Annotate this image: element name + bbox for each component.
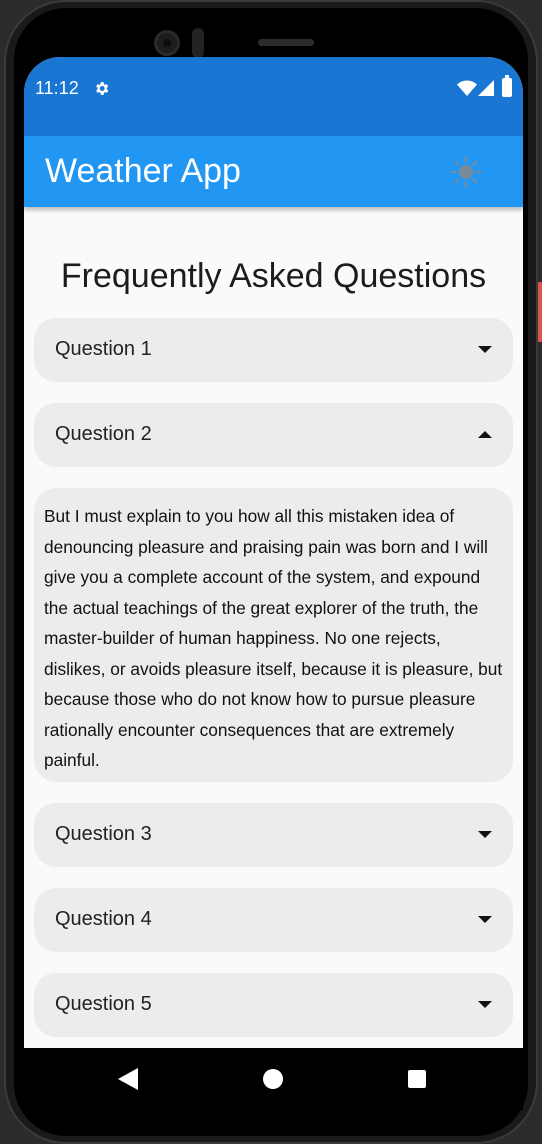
- caret-up-icon: [478, 431, 492, 438]
- battery-icon: [502, 75, 512, 97]
- recent-apps-icon[interactable]: [408, 1070, 426, 1088]
- faq-question-2[interactable]: Question 2: [34, 403, 513, 467]
- answer-text: But I must explain to you how all this m…: [44, 506, 503, 770]
- caret-down-icon: [478, 831, 492, 838]
- proximity-sensor: [192, 28, 204, 58]
- wifi-icon: [457, 80, 477, 96]
- gear-icon: [96, 82, 109, 95]
- back-icon[interactable]: [118, 1068, 138, 1090]
- status-bar: 11:12: [24, 57, 523, 136]
- faq-question-4[interactable]: Question 4: [34, 888, 513, 952]
- caret-down-icon: [478, 1001, 492, 1008]
- faq-question-5[interactable]: Question 5: [34, 973, 513, 1037]
- app-screen: 11:12 Weather App Frequently Asked Quest…: [24, 57, 523, 1110]
- question-label: Question 1: [55, 338, 152, 360]
- question-label: Question 5: [55, 993, 152, 1015]
- faq-question-1[interactable]: Question 1: [34, 318, 513, 382]
- app-bar: Weather App: [24, 136, 523, 207]
- faq-answer-2: But I must explain to you how all this m…: [34, 488, 513, 782]
- caret-down-icon: [478, 916, 492, 923]
- page-title: Frequently Asked Questions: [60, 257, 487, 295]
- system-nav-bar: [24, 1048, 523, 1110]
- question-label: Question 2: [55, 423, 152, 445]
- front-camera: [154, 30, 180, 56]
- app-title: Weather App: [45, 152, 241, 190]
- home-icon[interactable]: [263, 1069, 283, 1089]
- sun-icon[interactable]: [450, 156, 482, 188]
- question-label: Question 3: [55, 823, 152, 845]
- faq-content: Frequently Asked Questions Question 1 Qu…: [24, 207, 523, 1048]
- earpiece-speaker: [258, 39, 314, 46]
- caret-down-icon: [478, 346, 492, 353]
- status-time: 11:12: [35, 78, 79, 98]
- question-label: Question 4: [55, 908, 152, 930]
- signal-icon: [478, 80, 494, 96]
- faq-question-3[interactable]: Question 3: [34, 803, 513, 867]
- side-button: [538, 282, 542, 342]
